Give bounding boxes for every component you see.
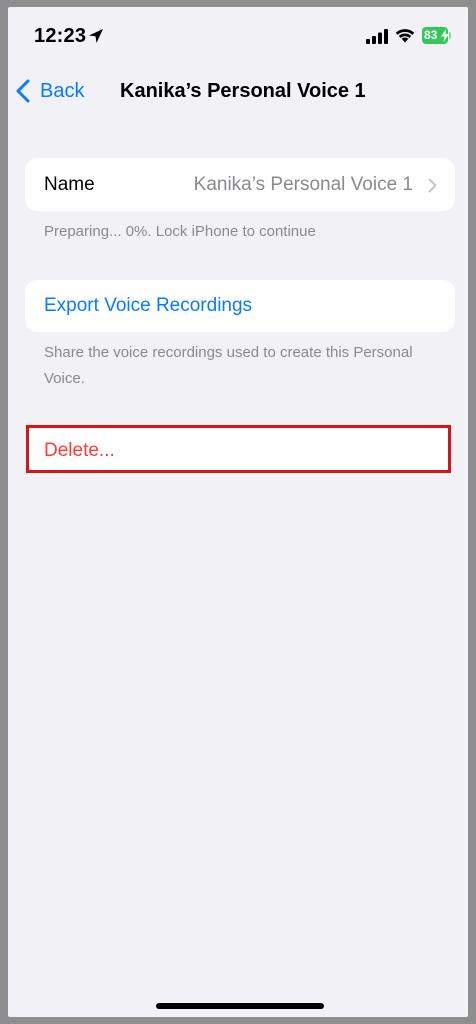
export-voice-recordings-button[interactable]: Export Voice Recordings xyxy=(25,280,455,332)
navigation-bar: Back Kanika’s Personal Voice 1 xyxy=(8,67,468,113)
battery-icon: 83 xyxy=(422,27,452,44)
export-label: Export Voice Recordings xyxy=(44,295,253,316)
home-indicator[interactable] xyxy=(156,1003,324,1009)
name-row[interactable]: Name Kanika’s Personal Voice 1 xyxy=(25,158,455,211)
delete-label: Delete... xyxy=(44,440,115,461)
status-time: 12:23 xyxy=(34,25,87,47)
location-icon xyxy=(89,29,103,43)
signal-icon xyxy=(366,29,388,44)
device-frame: 12:23 83 Back Kanika’s Personal Voice 1 … xyxy=(0,0,476,1024)
wifi-icon xyxy=(395,29,415,43)
charging-bolt-icon xyxy=(441,29,449,42)
screen: 12:23 83 Back Kanika’s Personal Voice 1 … xyxy=(8,7,468,1017)
name-label: Name xyxy=(44,174,95,195)
battery-cap xyxy=(449,32,451,39)
export-footer-text: Share the voice recordings used to creat… xyxy=(44,344,413,387)
page-title: Kanika’s Personal Voice 1 xyxy=(120,80,366,102)
status-bar: 12:23 83 xyxy=(8,7,468,63)
chevron-left-icon xyxy=(16,79,30,103)
delete-button[interactable]: Delete... xyxy=(26,425,451,473)
back-button[interactable]: Back xyxy=(16,77,84,105)
back-label: Back xyxy=(40,79,85,102)
preparing-status-text: Preparing... 0%. Lock iPhone to continue xyxy=(44,223,316,240)
name-value: Kanika’s Personal Voice 1 xyxy=(193,174,413,195)
chevron-right-icon xyxy=(428,178,437,193)
